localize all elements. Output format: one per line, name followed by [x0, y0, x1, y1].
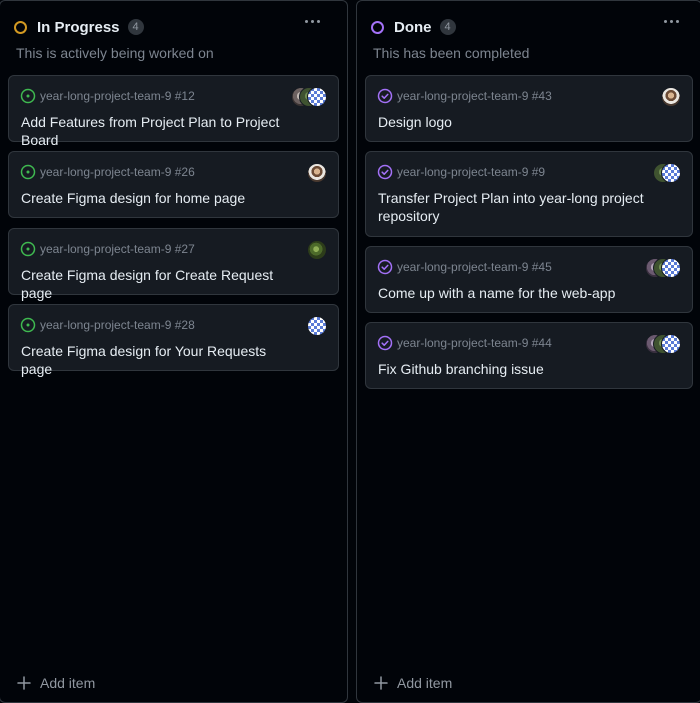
issue-ref-link[interactable]: year-long-project-team-9 #9 — [397, 165, 545, 179]
checker-avatar[interactable] — [661, 334, 681, 354]
open-issue-icon — [20, 164, 36, 180]
card-title[interactable]: Create Figma design for Your Requests pa… — [21, 342, 298, 378]
card-title[interactable]: Create Figma design for home page — [21, 189, 298, 207]
card[interactable]: year-long-project-team-9 #26 Create Figm… — [8, 151, 339, 218]
column-header: In Progress 4 — [14, 16, 144, 38]
plant-avatar[interactable] — [307, 240, 327, 260]
add-item-button[interactable]: Add item — [374, 674, 452, 692]
issue-ref-link[interactable]: year-long-project-team-9 #43 — [397, 89, 552, 103]
card[interactable]: year-long-project-team-9 #12 Add Feature… — [8, 75, 339, 148]
assignees[interactable] — [307, 316, 327, 336]
add-item-button[interactable]: Add item — [17, 674, 95, 692]
checker-avatar[interactable] — [661, 163, 681, 183]
assignees[interactable] — [661, 87, 681, 107]
issue-ref-link[interactable]: year-long-project-team-9 #12 — [40, 89, 195, 103]
closed-issue-icon — [377, 335, 393, 351]
assignees[interactable] — [645, 258, 681, 278]
issue-ref-link[interactable]: year-long-project-team-9 #44 — [397, 336, 552, 350]
assignees[interactable] — [291, 87, 327, 107]
column-done: Done 4 This has been completed year-long… — [356, 0, 700, 703]
count-badge: 4 — [127, 19, 144, 35]
add-item-label: Add item — [40, 675, 96, 691]
checker-avatar[interactable] — [661, 258, 681, 278]
issue-ref-link[interactable]: year-long-project-team-9 #28 — [40, 318, 195, 332]
issue-ref-link[interactable]: year-long-project-team-9 #26 — [40, 165, 195, 179]
open-issue-icon — [20, 241, 36, 257]
column-title[interactable]: Done — [394, 19, 432, 36]
open-issue-icon — [20, 317, 36, 333]
column-description: This has been completed — [373, 45, 530, 61]
column-in-progress: In Progress 4 This is actively being wor… — [0, 0, 348, 703]
card-title[interactable]: Add Features from Project Plan to Projec… — [21, 113, 298, 149]
column-header: Done 4 — [371, 16, 456, 38]
face-avatar[interactable] — [307, 163, 327, 183]
add-item-label: Add item — [397, 675, 453, 691]
card[interactable]: year-long-project-team-9 #27 Create Figm… — [8, 228, 339, 301]
assignees[interactable] — [645, 334, 681, 354]
assignees[interactable] — [307, 240, 327, 260]
face-avatar[interactable] — [661, 87, 681, 107]
count-badge: 4 — [439, 19, 456, 35]
column-description: This is actively being worked on — [16, 45, 214, 61]
card-title[interactable]: Transfer Project Plan into year-long pro… — [378, 189, 652, 225]
card[interactable]: year-long-project-team-9 #43 Design logo — [365, 75, 693, 142]
assignees[interactable] — [307, 163, 327, 183]
card-title[interactable]: Create Figma design for Create Request p… — [21, 266, 298, 302]
closed-issue-icon — [377, 259, 393, 275]
plus-icon — [374, 676, 388, 690]
checker-avatar[interactable] — [307, 87, 327, 107]
column-title[interactable]: In Progress — [37, 19, 120, 36]
circle-outline-icon — [371, 20, 384, 34]
plus-icon — [17, 676, 31, 690]
checker-avatar[interactable] — [307, 316, 327, 336]
more-options-icon[interactable] — [298, 9, 326, 33]
card[interactable]: year-long-project-team-9 #9 Transfer Pro… — [365, 151, 693, 237]
card-title[interactable]: Come up with a name for the web-app — [378, 284, 652, 302]
card-title[interactable]: Fix Github branching issue — [378, 360, 652, 378]
more-options-icon[interactable] — [657, 9, 685, 33]
circle-outline-icon — [14, 20, 27, 34]
open-issue-icon — [20, 88, 36, 104]
closed-issue-icon — [377, 164, 393, 180]
card[interactable]: year-long-project-team-9 #44 Fix Github … — [365, 322, 693, 389]
card[interactable]: year-long-project-team-9 #45 Come up wit… — [365, 246, 693, 313]
card-title[interactable]: Design logo — [378, 113, 652, 131]
issue-ref-link[interactable]: year-long-project-team-9 #45 — [397, 260, 552, 274]
assignees[interactable] — [653, 163, 681, 183]
card[interactable]: year-long-project-team-9 #28 Create Figm… — [8, 304, 339, 377]
closed-issue-icon — [377, 88, 393, 104]
issue-ref-link[interactable]: year-long-project-team-9 #27 — [40, 242, 195, 256]
